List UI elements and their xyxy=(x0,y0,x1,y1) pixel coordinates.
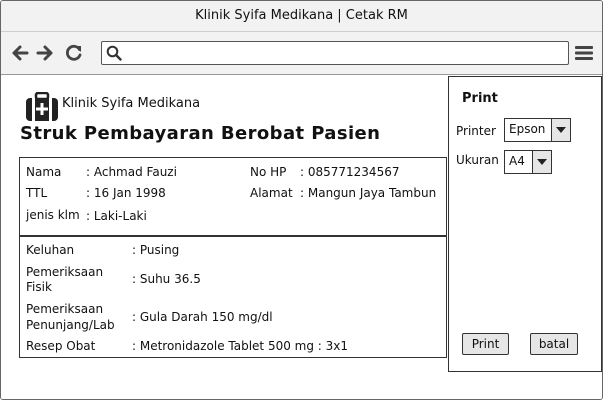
no-hp-value: : 085771234567 xyxy=(300,165,400,179)
arrow-left-icon[interactable] xyxy=(10,43,30,63)
chevron-down-icon[interactable] xyxy=(551,119,570,141)
browser-window: Klinik Syifa Medikana | Cetak RM Klinik … xyxy=(0,0,603,400)
url-input[interactable] xyxy=(128,44,558,60)
nama-value: : Achmad Fauzi xyxy=(86,165,177,179)
pemeriksaan-fisik-value: : Suhu 36.5 xyxy=(132,272,201,286)
clinic-name: Klinik Syifa Medikana xyxy=(62,96,201,111)
pemeriksaan-penunjang-label-line2: Penunjang/Lab xyxy=(26,318,115,332)
printer-selected-value: Epson xyxy=(509,122,546,136)
ukuran-selected-value: A4 xyxy=(509,154,525,168)
pemeriksaan-fisik-label-line1: Pemeriksaan xyxy=(26,265,104,279)
printer-select[interactable]: Epson xyxy=(504,118,571,142)
arrow-right-icon[interactable] xyxy=(35,43,55,63)
ukuran-label: Ukuran xyxy=(456,153,499,167)
cancel-button[interactable]: batal xyxy=(530,333,578,355)
pemeriksaan-fisik-label-line2: Fisik xyxy=(26,280,52,294)
printer-label: Printer xyxy=(456,124,496,138)
address-bar[interactable] xyxy=(101,41,569,65)
ttl-label: TTL xyxy=(26,186,48,200)
browser-toolbar xyxy=(1,32,602,75)
ttl-value: : 16 Jan 1998 xyxy=(86,186,166,200)
window-title: Klinik Syifa Medikana | Cetak RM xyxy=(195,8,408,23)
search-icon xyxy=(106,45,122,61)
pemeriksaan-penunjang-value: : Gula Darah 150 mg/dl xyxy=(132,310,273,324)
no-hp-label: No HP xyxy=(250,165,287,179)
medical-details-box: Keluhan : Pusing Pemeriksaan Fisik : Suh… xyxy=(19,236,447,358)
resep-obat-label: Resep Obat xyxy=(26,339,96,353)
reload-icon[interactable] xyxy=(64,43,84,63)
chevron-down-icon[interactable] xyxy=(532,151,551,173)
jenis-kelamin-label: jenis klm xyxy=(26,208,80,222)
pemeriksaan-penunjang-label-line1: Pemeriksaan xyxy=(26,302,104,316)
ukuran-select[interactable]: A4 xyxy=(504,150,552,174)
keluhan-label: Keluhan xyxy=(26,243,75,257)
jenis-kelamin-value: : Laki-Laki xyxy=(86,209,147,223)
print-panel: Print Printer Epson Ukuran A4 Print bata… xyxy=(448,76,602,372)
resep-obat-value: : Metronidazole Tablet 500 mg : 3x1 xyxy=(132,339,349,353)
print-panel-title: Print xyxy=(462,91,498,106)
medical-kit-icon xyxy=(26,92,58,121)
alamat-label: Alamat xyxy=(250,186,293,200)
print-button[interactable]: Print xyxy=(462,333,509,355)
patient-info-box: Nama : Achmad Fauzi TTL : 16 Jan 1998 je… xyxy=(19,157,447,236)
page-title: Struk Pembayaran Berobat Pasien xyxy=(20,123,381,144)
window-titlebar: Klinik Syifa Medikana | Cetak RM xyxy=(1,1,602,32)
keluhan-value: : Pusing xyxy=(132,243,180,257)
nama-label: Nama xyxy=(26,165,62,179)
alamat-value: : Mangun Jaya Tambun xyxy=(300,186,437,200)
page-content: Klinik Syifa Medikana Struk Pembayaran B… xyxy=(1,75,602,399)
hamburger-menu-icon[interactable] xyxy=(574,43,594,63)
